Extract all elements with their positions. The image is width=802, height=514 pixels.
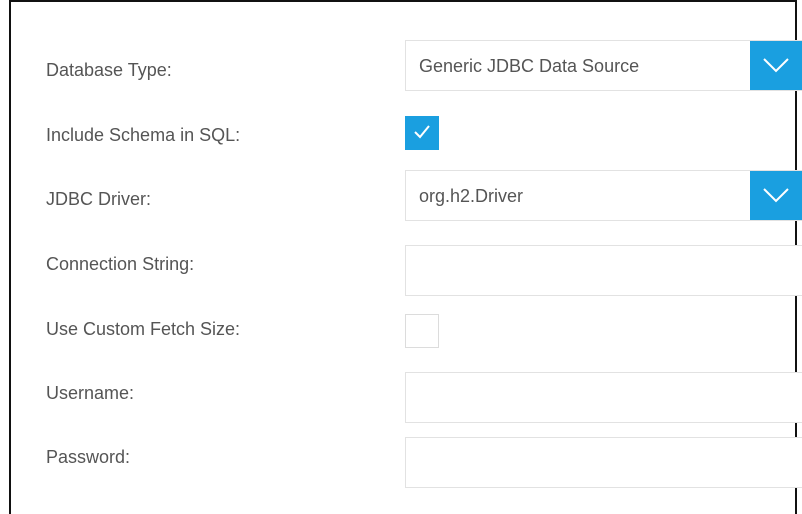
database-type-dropdown-button[interactable]	[750, 41, 802, 90]
username-input[interactable]	[405, 372, 802, 423]
include-schema-label: Include Schema in SQL:	[46, 125, 241, 145]
jdbc-driver-label: JDBC Driver:	[46, 189, 152, 209]
connection-string-input[interactable]	[405, 245, 802, 296]
database-type-label: Database Type:	[46, 60, 172, 80]
jdbc-driver-value: org.h2.Driver	[419, 186, 524, 206]
jdbc-driver-dropdown-button[interactable]	[750, 171, 802, 220]
connection-string-label: Connection String:	[46, 254, 195, 274]
username-label: Username:	[46, 383, 135, 403]
jdbc-driver-select[interactable]: org.h2.Driver	[405, 170, 802, 221]
include-schema-checkbox[interactable]	[405, 116, 439, 150]
password-label: Password:	[46, 447, 131, 467]
database-type-select[interactable]: Generic JDBC Data Source	[405, 40, 802, 91]
custom-fetch-size-label: Use Custom Fetch Size:	[46, 319, 241, 339]
connection-settings-panel: Database Type: Generic JDBC Data Source …	[9, 0, 802, 514]
password-input[interactable]	[405, 437, 802, 488]
database-type-value: Generic JDBC Data Source	[419, 56, 640, 76]
custom-fetch-size-checkbox[interactable]	[405, 314, 439, 348]
